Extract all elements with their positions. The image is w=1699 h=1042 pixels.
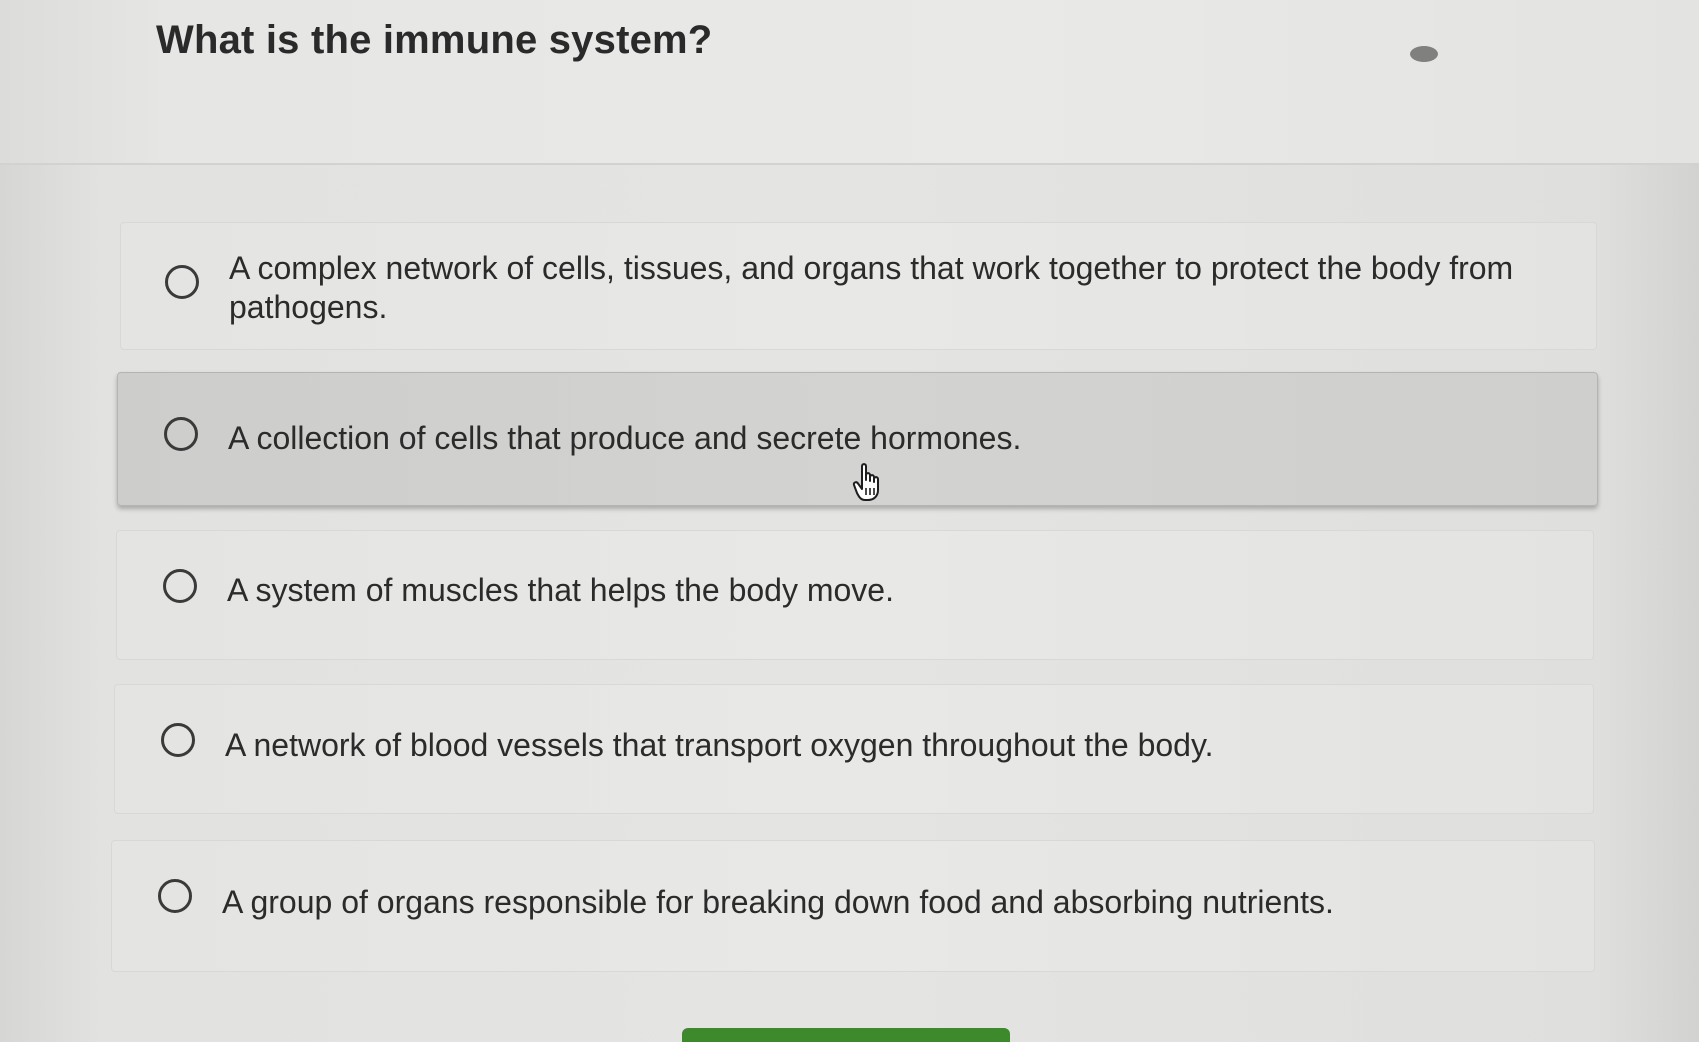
radio-unchecked-icon[interactable] — [158, 879, 192, 913]
radio-unchecked-icon[interactable] — [165, 265, 199, 299]
radio-unchecked-icon[interactable] — [161, 723, 195, 757]
answer-option-1[interactable]: A complex network of cells, tissues, and… — [120, 222, 1597, 350]
answer-option-label: A group of organs responsible for breaki… — [222, 884, 1334, 920]
answer-option-label: A system of muscles that helps the body … — [227, 572, 894, 608]
radio-unchecked-icon[interactable] — [163, 569, 197, 603]
hand-pointer-icon — [852, 463, 879, 501]
submit-button[interactable] — [682, 1028, 1010, 1042]
answer-option-label: A complex network of cells, tissues, and… — [229, 250, 1514, 325]
answer-option-4[interactable]: A network of blood vessels that transpor… — [114, 684, 1594, 814]
answer-option-label: A collection of cells that produce and s… — [228, 420, 1022, 456]
radio-unchecked-icon[interactable] — [164, 417, 198, 451]
answer-option-label: A network of blood vessels that transpor… — [225, 727, 1214, 763]
answer-options: A complex network of cells, tissues, and… — [0, 0, 1699, 1038]
answer-option-3[interactable]: A system of muscles that helps the body … — [116, 530, 1594, 660]
answer-option-5[interactable]: A group of organs responsible for breaki… — [111, 840, 1595, 972]
